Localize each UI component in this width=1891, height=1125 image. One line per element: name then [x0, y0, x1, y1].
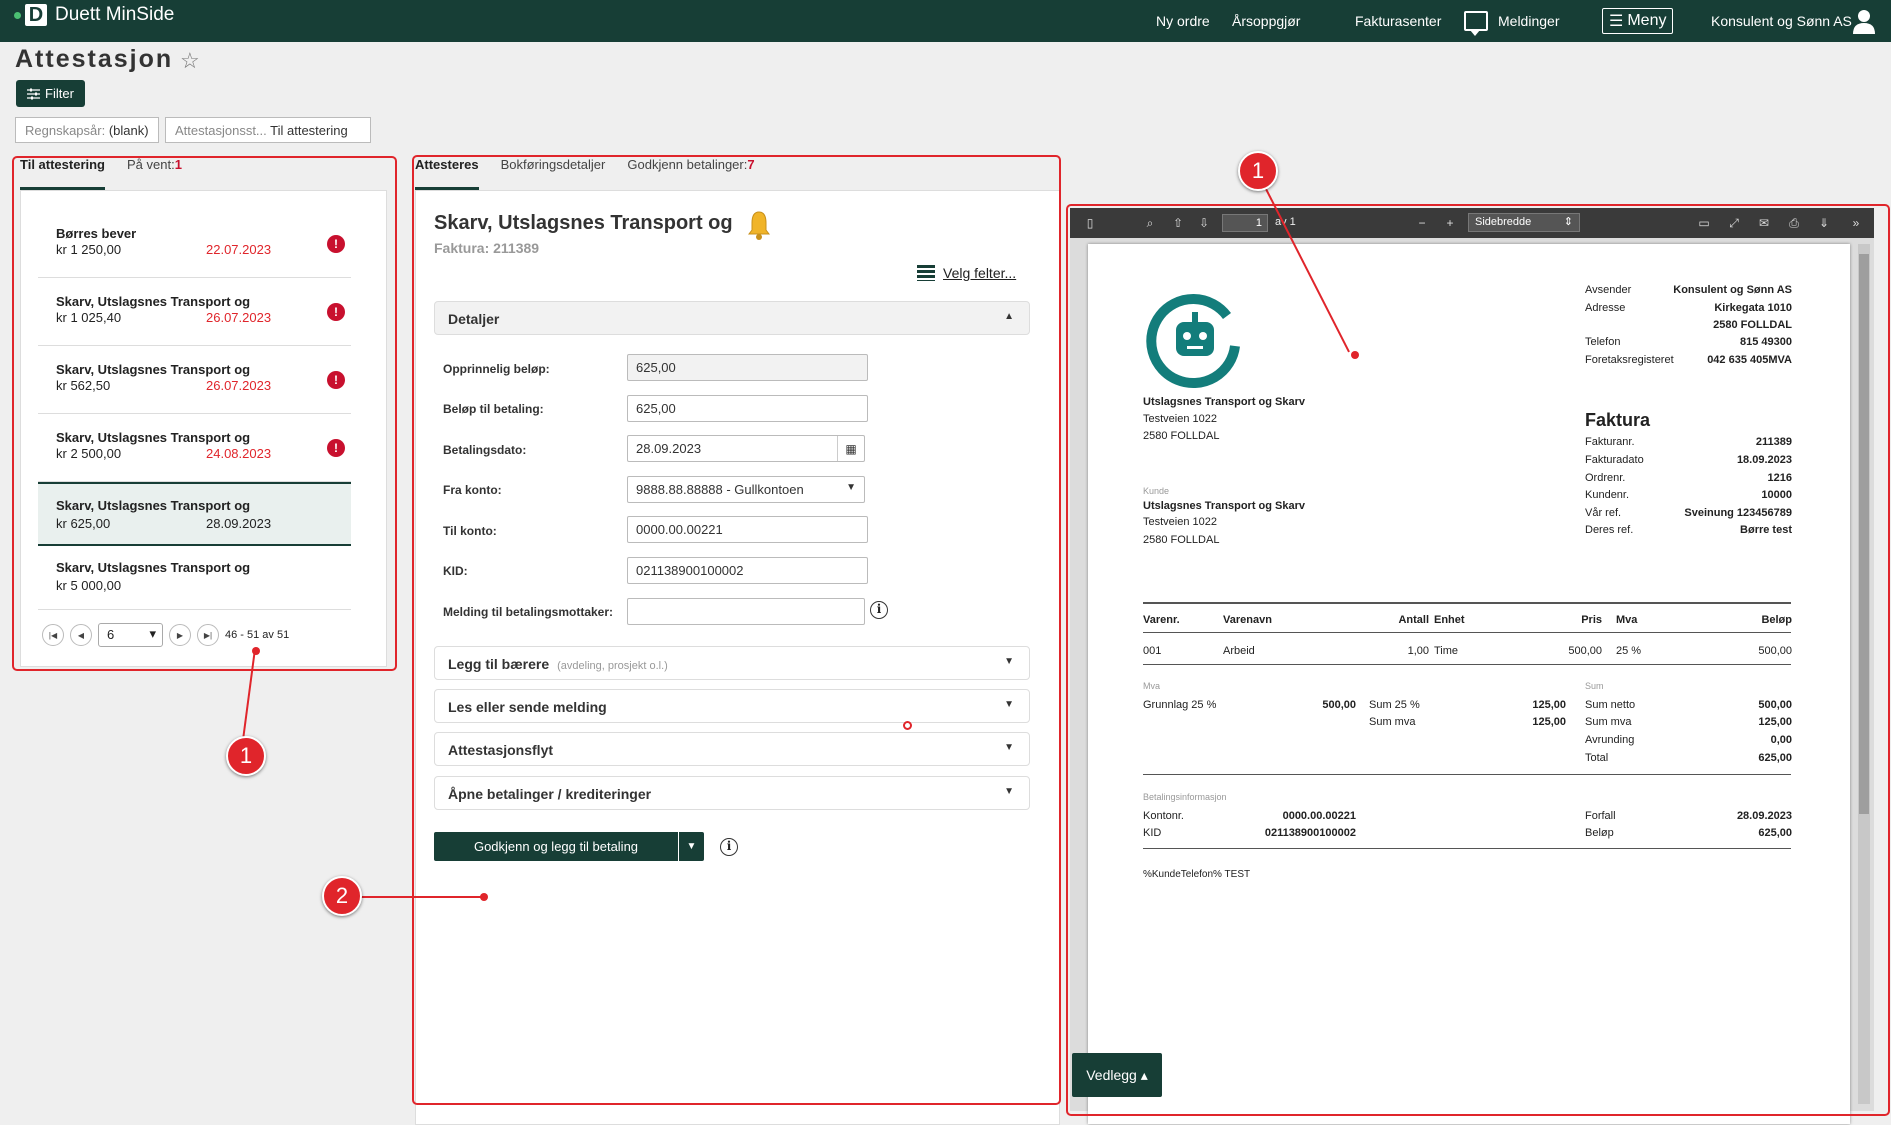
filter-label: Filter	[45, 86, 74, 101]
chip-value: (blank)	[108, 123, 149, 138]
annotation-callout: 2	[322, 876, 362, 916]
hamburger-icon: ☰	[1609, 13, 1624, 30]
brand-logo[interactable]: D Duett MinSide	[14, 4, 174, 26]
sliders-icon	[27, 88, 41, 99]
nav-fakturasenter[interactable]: Fakturasenter	[1355, 0, 1441, 42]
menu-label: Meny	[1627, 12, 1667, 29]
favorite-star-icon[interactable]: ☆	[180, 48, 200, 74]
logo-dot-icon	[14, 11, 21, 19]
filter-button[interactable]: Filter	[16, 80, 85, 107]
annotation-dot	[252, 647, 260, 655]
nav-ny-ordre[interactable]: Ny ordre	[1156, 0, 1210, 42]
chip-value: Til attestering	[270, 123, 348, 138]
annotation-callout: 1	[226, 736, 266, 776]
company-name[interactable]: Konsulent og Sønn AS	[1711, 0, 1852, 42]
chip-regnskapsar[interactable]: Regnskapsår: (blank)	[15, 117, 159, 143]
nav-menu[interactable]: ☰ Meny	[1602, 0, 1674, 42]
nav-messages-label: Meldinger	[1498, 13, 1560, 29]
annotation-box-left	[12, 156, 397, 671]
annotation-box-middle	[412, 155, 1061, 1105]
annotation-marker	[903, 721, 912, 730]
nav-messages[interactable]: Meldinger	[1464, 0, 1559, 42]
annotation-callout: 1	[1238, 151, 1278, 191]
annotation-box-viewer	[1066, 204, 1890, 1116]
chip-label: Regnskapsår:	[25, 123, 106, 138]
annotation-dot	[1351, 351, 1359, 359]
nav-arsoppgjor[interactable]: Årsoppgjør	[1232, 0, 1300, 42]
annotation-leader	[343, 896, 484, 898]
chip-label: Attestasjonsst...	[175, 123, 267, 138]
annotation-dot	[480, 893, 488, 901]
page-title: Attestasjon	[15, 45, 174, 73]
chip-attestasjonsstatus[interactable]: Attestasjonsst... Til attestering	[165, 117, 371, 143]
menu-button[interactable]: ☰ Meny	[1602, 8, 1674, 34]
brand-name: Duett MinSide	[55, 4, 175, 25]
duett-logo-icon: D	[25, 4, 47, 26]
user-avatar-icon[interactable]	[1851, 8, 1877, 34]
message-icon	[1464, 11, 1488, 36]
top-bar: D Duett MinSide Ny ordre Årsoppgjør Fakt…	[0, 0, 1891, 42]
